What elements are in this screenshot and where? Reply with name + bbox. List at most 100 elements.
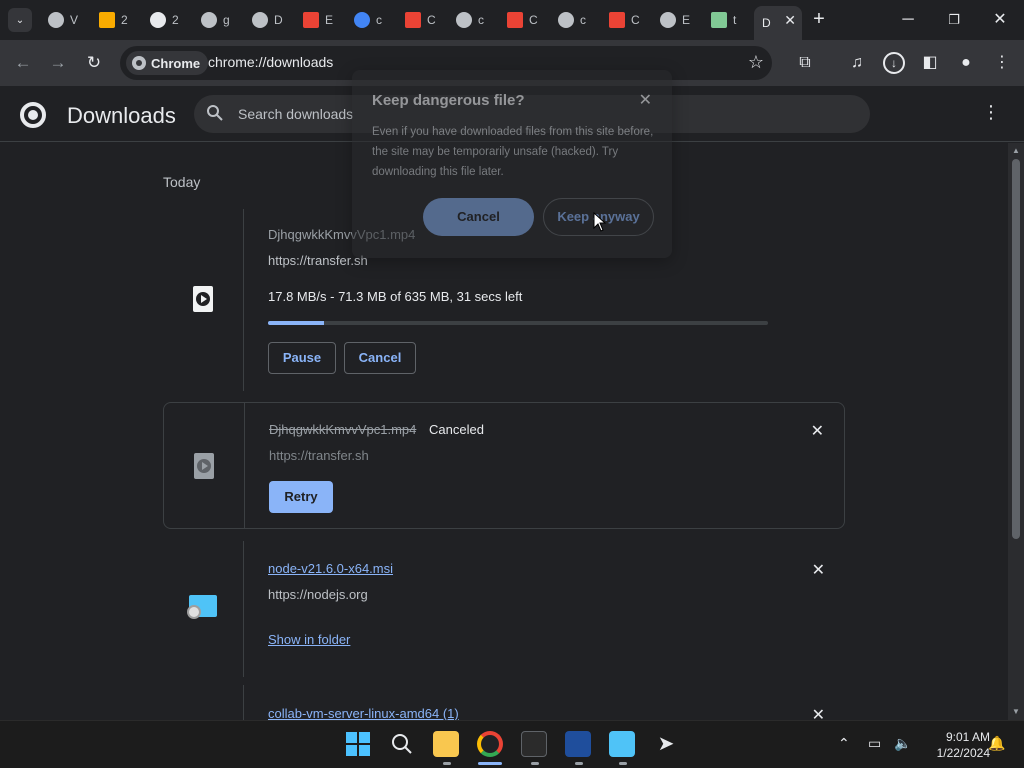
forward-button[interactable]: → bbox=[45, 50, 71, 76]
clock-time: 9:01 AM bbox=[945, 730, 990, 744]
restore-button[interactable]: ❐ bbox=[936, 6, 972, 34]
running-indicator bbox=[531, 762, 539, 765]
tab-favicon-icon bbox=[711, 12, 727, 28]
site-chip[interactable]: Chrome bbox=[126, 51, 209, 75]
file-source-url: https://nodejs.org bbox=[268, 587, 368, 602]
search-taskbar-button[interactable] bbox=[389, 731, 415, 757]
tab-search-button[interactable]: ⌄ bbox=[8, 8, 32, 32]
file-source-url: https://transfer.sh bbox=[268, 253, 368, 268]
cancel-button[interactable]: Cancel bbox=[344, 342, 416, 374]
page-menu-kebab-icon[interactable]: ⋮ bbox=[982, 102, 1000, 123]
powershell-icon[interactable] bbox=[565, 731, 591, 757]
tab-favicon-icon bbox=[201, 12, 217, 28]
minimize-button[interactable]: ─ bbox=[890, 6, 926, 34]
close-window-button[interactable]: ✕ bbox=[982, 6, 1018, 34]
windows-taskbar: ➤ ⌃ ▭ 🔈 9:01 AM 1/22/2024 🔔 bbox=[0, 720, 1024, 768]
tab-favicon-icon bbox=[456, 12, 472, 28]
terminal-icon[interactable] bbox=[521, 731, 547, 757]
tab-title: D bbox=[762, 16, 771, 30]
tab-favicon-icon bbox=[660, 12, 676, 28]
dialog-body-text: Even if you have downloaded files from t… bbox=[372, 126, 654, 178]
tab[interactable]: C bbox=[499, 6, 549, 34]
dialog-close-icon[interactable]: ✕ bbox=[639, 90, 652, 110]
file-explorer-icon[interactable] bbox=[433, 731, 459, 757]
profile-avatar-icon[interactable]: ● bbox=[955, 52, 977, 74]
scrollbar[interactable]: ▲ ▼ bbox=[1008, 143, 1024, 720]
keep-dangerous-file-dialog: Keep dangerous file? ✕ Even if you have … bbox=[352, 70, 672, 258]
volume-muted-icon[interactable]: 🔈 bbox=[894, 735, 911, 752]
tab-title: g bbox=[223, 13, 230, 27]
remove-item-close-icon[interactable]: ✕ bbox=[812, 560, 825, 580]
remove-item-close-icon[interactable]: ✕ bbox=[811, 421, 824, 441]
new-tab-button[interactable]: + bbox=[808, 8, 830, 30]
search-icon bbox=[392, 734, 412, 754]
close-icon[interactable]: ✕ bbox=[784, 12, 796, 29]
tab[interactable]: 2 bbox=[91, 6, 141, 34]
tab[interactable]: 2 bbox=[142, 6, 192, 34]
menu-kebab-icon[interactable]: ⋮ bbox=[991, 52, 1013, 74]
download-status: 17.8 MB/s - 71.3 MB of 635 MB, 31 secs l… bbox=[268, 289, 523, 304]
tab-active-downloads[interactable]: D ✕ bbox=[754, 6, 802, 40]
chrome-taskbar-icon[interactable] bbox=[477, 731, 503, 757]
reload-button[interactable]: ↻ bbox=[81, 50, 107, 76]
tab-title: 2 bbox=[172, 13, 179, 27]
running-indicator bbox=[575, 762, 583, 765]
tab-favicon-icon bbox=[558, 12, 574, 28]
tab[interactable]: g bbox=[193, 6, 243, 34]
tab-title: C bbox=[427, 13, 436, 27]
chevron-up-icon[interactable]: ⌃ bbox=[838, 735, 850, 752]
tab[interactable]: E bbox=[295, 6, 345, 34]
retry-button[interactable]: Retry bbox=[269, 481, 333, 513]
date-section-label: Today bbox=[163, 174, 201, 190]
tab-title: E bbox=[682, 13, 691, 27]
download-icon[interactable]: ↓ bbox=[883, 52, 905, 74]
tab-title: C bbox=[529, 13, 538, 27]
pause-button[interactable]: Pause bbox=[268, 342, 336, 374]
remove-item-close-icon[interactable]: ✕ bbox=[812, 705, 825, 720]
tab[interactable]: D bbox=[244, 6, 294, 34]
extensions-icon[interactable]: ⧉ bbox=[794, 52, 816, 74]
file-name-link[interactable]: collab-vm-server-linux-amd64 (1) bbox=[268, 706, 459, 720]
dialog-cancel-button[interactable]: Cancel bbox=[423, 198, 534, 236]
tab[interactable]: C bbox=[397, 6, 447, 34]
active-indicator bbox=[478, 762, 502, 765]
tab[interactable]: t bbox=[703, 6, 753, 34]
tab-title: c bbox=[376, 13, 382, 27]
tab[interactable]: C bbox=[601, 6, 651, 34]
tab-favicon-icon bbox=[252, 12, 268, 28]
show-in-folder-link[interactable]: Show in folder bbox=[268, 632, 350, 647]
notification-bell-icon[interactable]: 🔔 bbox=[988, 735, 1005, 752]
start-button[interactable] bbox=[345, 731, 371, 757]
tab[interactable]: V bbox=[40, 6, 90, 34]
tab[interactable]: E bbox=[652, 6, 702, 34]
media-queue-icon[interactable]: ♫ bbox=[846, 52, 868, 74]
divider bbox=[243, 209, 244, 391]
search-placeholder: Search downloads bbox=[238, 106, 354, 122]
system-clock[interactable]: 9:01 AM 1/22/2024 bbox=[918, 729, 990, 761]
url-text[interactable]: chrome://downloads bbox=[208, 54, 333, 70]
download-item-canceled: DjhqgwkkKmvvVpc1.mp4 Canceled ✕ https://… bbox=[163, 402, 845, 529]
back-button[interactable]: ← bbox=[10, 50, 36, 76]
tab[interactable]: c bbox=[448, 6, 498, 34]
remote-desktop-icon[interactable] bbox=[609, 731, 635, 757]
running-indicator bbox=[443, 762, 451, 765]
tab-favicon-icon bbox=[405, 12, 421, 28]
tab-title: C bbox=[631, 13, 640, 27]
bookmark-star-icon[interactable]: ☆ bbox=[748, 52, 764, 73]
scroll-down-arrow-icon[interactable]: ▼ bbox=[1012, 707, 1020, 716]
file-name-link[interactable]: node-v21.6.0-x64.msi bbox=[268, 561, 393, 576]
file-name: DjhqgwkkKmvvVpc1.mp4 bbox=[269, 422, 417, 437]
status-canceled: Canceled bbox=[429, 422, 484, 437]
tab-title: 2 bbox=[121, 13, 128, 27]
tab[interactable]: c bbox=[346, 6, 396, 34]
tab-favicon-icon bbox=[507, 12, 523, 28]
scroll-up-arrow-icon[interactable]: ▲ bbox=[1012, 146, 1020, 155]
tab[interactable]: c bbox=[550, 6, 600, 34]
divider bbox=[243, 685, 244, 720]
send-app-icon[interactable]: ➤ bbox=[653, 731, 679, 757]
network-icon[interactable]: ▭ bbox=[868, 735, 881, 752]
scrollbar-thumb[interactable] bbox=[1012, 159, 1020, 539]
dialog-title: Keep dangerous file? bbox=[372, 92, 525, 109]
page-title: Downloads bbox=[67, 103, 176, 128]
side-panel-icon[interactable]: ◧ bbox=[919, 52, 941, 74]
